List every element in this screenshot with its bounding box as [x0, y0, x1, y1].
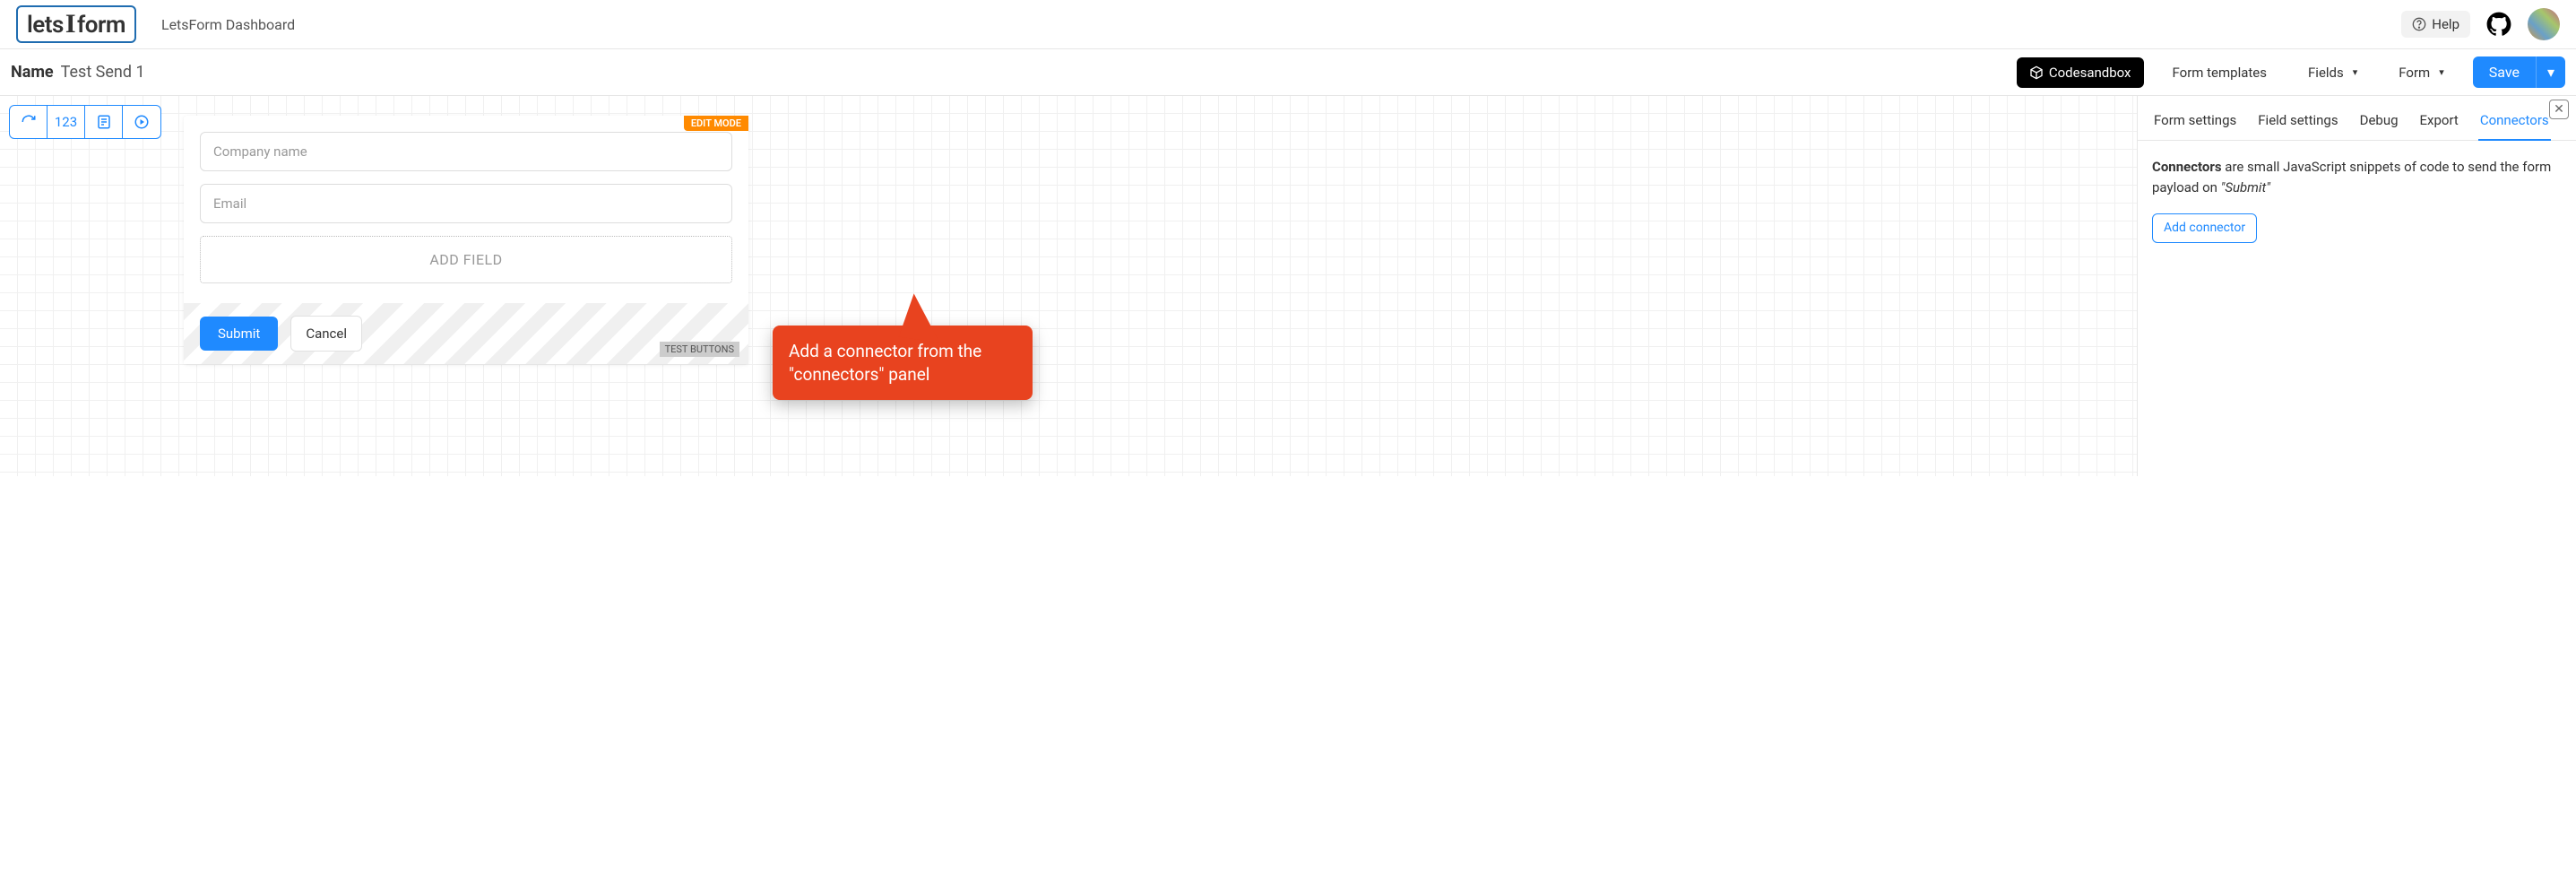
fields-dropdown[interactable]: Fields ▾ [2295, 57, 2370, 88]
codesandbox-label: Codesandbox [2049, 65, 2131, 81]
topbar: lets I form LetsForm Dashboard Help [0, 0, 2576, 49]
codesandbox-icon [2029, 65, 2044, 80]
fields-label: Fields [2308, 65, 2344, 81]
logo-text-mid: I [64, 9, 77, 39]
name-label: Name [11, 63, 54, 82]
callout-text: Add a connector from the "connectors" pa… [789, 341, 981, 385]
panel-tabs: Form settings Field settings Debug Expor… [2138, 105, 2576, 141]
topbar-right: Help [2401, 8, 2560, 40]
save-button[interactable]: Save [2473, 56, 2536, 88]
canvas-left-toolbar: 123 [9, 105, 161, 139]
connectors-description: Connectors are small JavaScript snippets… [2152, 159, 2551, 195]
panel-body: Connectors are small JavaScript snippets… [2138, 141, 2576, 259]
form-dropdown[interactable]: Form ▾ [2386, 57, 2456, 88]
add-field-button[interactable]: ADD FIELD [200, 236, 732, 283]
main-area: 123 EDIT MODE Company name Email ADD FIE… [0, 96, 2576, 476]
tab-field-settings[interactable]: Field settings [2256, 105, 2339, 140]
email-input[interactable]: Email [200, 184, 732, 223]
play-icon[interactable] [123, 106, 160, 138]
tutorial-callout: Add a connector from the "connectors" pa… [773, 326, 1033, 400]
name-value: Test Send 1 [61, 63, 145, 82]
form-templates-button[interactable]: Form templates [2160, 57, 2280, 88]
test-buttons-badge: TEST BUTTONS [660, 342, 739, 357]
desc-italic: "Submit" [2221, 179, 2270, 195]
close-icon: ✕ [2554, 102, 2564, 117]
edit-mode-badge: EDIT MODE [684, 116, 748, 131]
chevron-down-icon: ▾ [2353, 66, 2358, 78]
github-icon[interactable] [2486, 12, 2511, 37]
save-dropdown-caret[interactable]: ▾ [2536, 56, 2565, 88]
name-block: Name Test Send 1 [11, 63, 145, 82]
logo-text-left: lets [27, 12, 64, 39]
topbar-left: lets I form LetsForm Dashboard [16, 5, 295, 43]
tab-debug[interactable]: Debug [2358, 105, 2400, 140]
submit-button[interactable]: Submit [200, 317, 278, 351]
help-button[interactable]: Help [2401, 11, 2470, 38]
company-name-input[interactable]: Company name [200, 132, 732, 171]
logo-text-right: form [77, 12, 125, 39]
dashboard-title: LetsForm Dashboard [161, 16, 295, 33]
tab-export[interactable]: Export [2418, 105, 2460, 140]
add-connector-button[interactable]: Add connector [2152, 213, 2257, 243]
form-label: Form [2399, 65, 2430, 81]
close-panel-button[interactable]: ✕ [2549, 100, 2569, 119]
tab-form-settings[interactable]: Form settings [2152, 105, 2238, 140]
cancel-button[interactable]: Cancel [290, 316, 362, 352]
caret-down-icon: ▾ [2547, 64, 2554, 81]
logo[interactable]: lets I form [16, 5, 136, 43]
chevron-down-icon: ▾ [2439, 66, 2444, 78]
numeric-123-icon[interactable]: 123 [48, 106, 85, 138]
test-buttons-row: Submit Cancel TEST BUTTONS [184, 303, 748, 364]
editor-toolbar: Name Test Send 1 Codesandbox Form templa… [0, 49, 2576, 96]
form-card: EDIT MODE Company name Email ADD FIELD S… [184, 116, 748, 364]
canvas: 123 EDIT MODE Company name Email ADD FIE… [0, 96, 2137, 476]
side-panel: ✕ Form settings Field settings Debug Exp… [2137, 96, 2576, 476]
save-button-group: Save ▾ [2473, 56, 2565, 88]
refresh-icon[interactable] [10, 106, 48, 138]
tab-connectors[interactable]: Connectors [2478, 105, 2551, 141]
help-label: Help [2432, 16, 2459, 32]
help-icon [2412, 17, 2426, 31]
avatar[interactable] [2528, 8, 2560, 40]
desc-bold: Connectors [2152, 159, 2222, 175]
form-icon[interactable] [85, 106, 123, 138]
codesandbox-button[interactable]: Codesandbox [2017, 57, 2144, 88]
